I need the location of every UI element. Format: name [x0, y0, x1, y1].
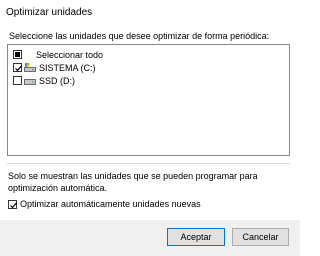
- drives-list-label: Seleccione las unidades que desee optimi…: [9, 31, 270, 41]
- auto-optimize-checkbox[interactable]: [8, 199, 17, 209]
- drive-d-checkbox[interactable]: [13, 76, 22, 85]
- window-title: Optimizar unidades: [6, 7, 93, 18]
- optimize-drives-dialog: Optimizar unidades Seleccione las unidad…: [0, 0, 300, 256]
- separator: [7, 163, 290, 164]
- ok-button[interactable]: Aceptar: [167, 228, 225, 246]
- drive-icon: [24, 76, 36, 85]
- drive-c-checkbox[interactable]: [13, 63, 22, 72]
- cancel-button[interactable]: Cancelar: [232, 228, 289, 246]
- drive-d-label: SSD (D:): [39, 75, 75, 86]
- select-all-checkbox[interactable]: [13, 50, 22, 59]
- select-all-label: Seleccionar todo: [36, 49, 104, 60]
- auto-optimize-option[interactable]: Optimizar automáticamente unidades nueva…: [8, 199, 201, 209]
- list-item-drive-c[interactable]: SISTEMA (C:): [13, 61, 96, 74]
- info-note: Solo se muestran las unidades que se pue…: [8, 171, 258, 193]
- list-item-select-all[interactable]: Seleccionar todo: [13, 48, 103, 61]
- auto-optimize-label: Optimizar automáticamente unidades nueva…: [20, 199, 201, 209]
- drive-c-label: SISTEMA (C:): [39, 62, 96, 73]
- list-item-drive-d[interactable]: SSD (D:): [13, 74, 75, 87]
- system-drive-icon: [24, 63, 36, 72]
- drives-listbox[interactable]: Seleccionar todo SISTEMA (C:) SSD (D:): [7, 44, 290, 156]
